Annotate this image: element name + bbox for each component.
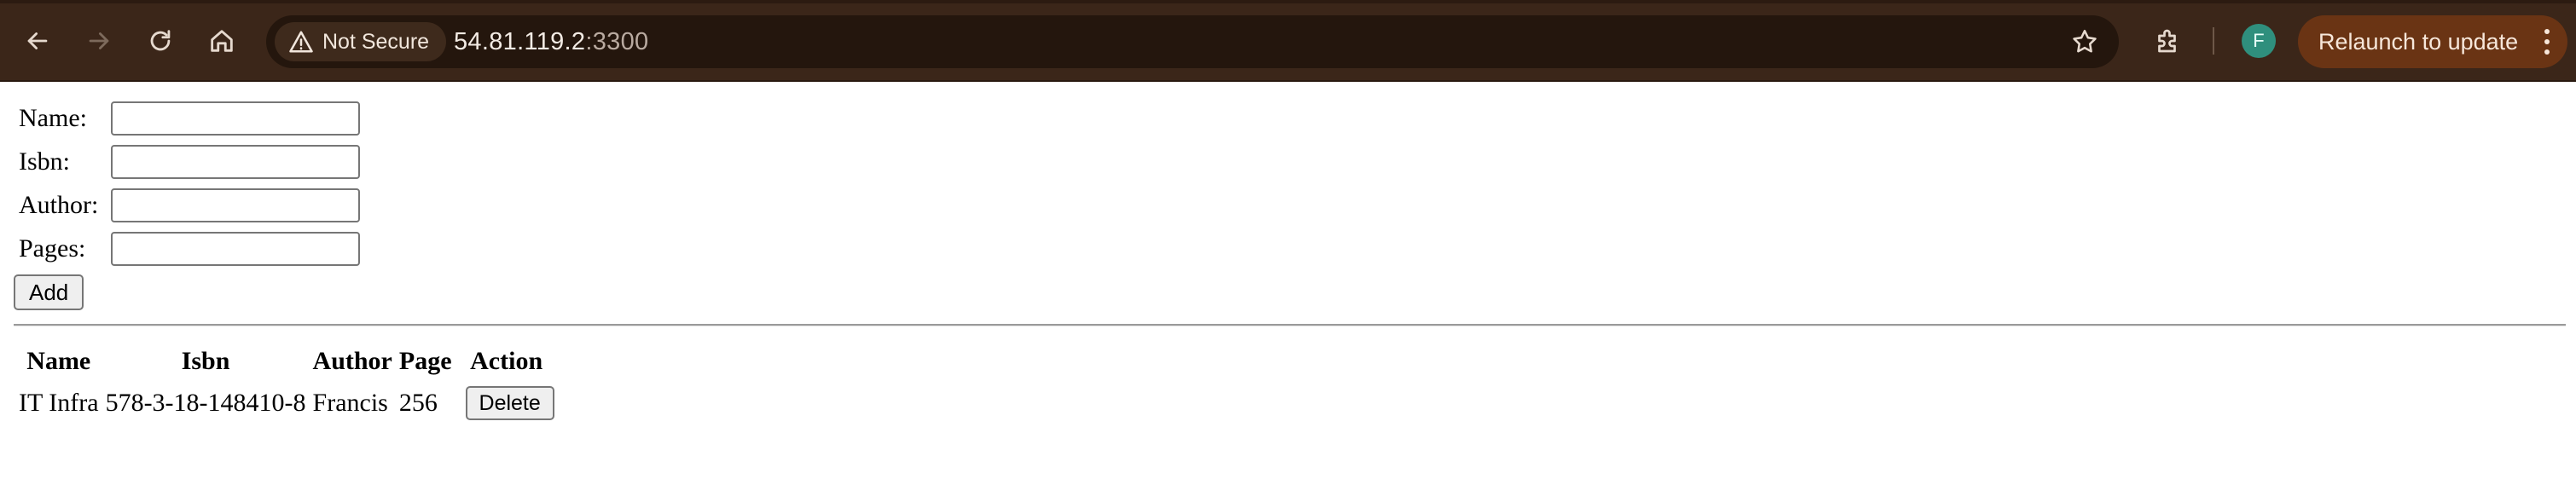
- home-icon: [211, 30, 233, 52]
- page-content: Name: Isbn: Author: Pages: Add Name Isbn…: [0, 82, 2576, 479]
- profile-initial: F: [2253, 30, 2265, 51]
- pages-label: Pages:: [19, 234, 86, 263]
- url-text[interactable]: 54.81.119.2:3300: [454, 15, 648, 68]
- cell-author: Francis: [312, 389, 388, 417]
- address-bar[interactable]: Not Secure 54.81.119.2:3300: [266, 15, 2119, 68]
- security-label: Not Secure: [322, 29, 430, 54]
- warning-triangle-icon: [289, 31, 313, 53]
- books-table: Name Isbn Author Page Action IT Infra 57…: [14, 339, 560, 426]
- name-input[interactable]: [111, 101, 360, 136]
- cell-isbn: 578-3-18-148410-8: [105, 389, 306, 417]
- author-input[interactable]: [111, 188, 360, 222]
- security-indicator[interactable]: Not Secure: [275, 22, 447, 61]
- isbn-input[interactable]: [111, 145, 360, 179]
- author-row: Author:: [19, 186, 360, 225]
- url-host: 54.81.119.2: [454, 28, 586, 55]
- pages-input[interactable]: [111, 232, 360, 266]
- more-menu-icon[interactable]: [2544, 29, 2550, 55]
- header-author: Author: [312, 347, 392, 375]
- isbn-label: Isbn:: [19, 147, 70, 176]
- relaunch-label: Relaunch to update: [2318, 28, 2519, 55]
- cell-name: IT Infra: [19, 389, 99, 417]
- reload-button[interactable]: [136, 17, 184, 65]
- forward-button[interactable]: [75, 17, 123, 65]
- home-button[interactable]: [198, 17, 246, 65]
- toolbar-divider: [2213, 27, 2214, 55]
- author-label: Author:: [19, 191, 99, 219]
- header-name: Name: [26, 347, 91, 375]
- delete-button[interactable]: Delete: [465, 386, 554, 420]
- horizontal-rule: [14, 324, 2566, 326]
- relaunch-button[interactable]: Relaunch to update: [2298, 15, 2567, 68]
- header-action: Action: [470, 347, 543, 375]
- url-port: :3300: [585, 28, 649, 55]
- table-header-row: Name Isbn Author Page Action: [17, 343, 556, 380]
- header-isbn: Isbn: [181, 347, 230, 375]
- reload-icon: [150, 30, 171, 51]
- back-button[interactable]: [14, 17, 61, 65]
- profile-avatar[interactable]: F: [2242, 24, 2276, 58]
- add-button[interactable]: Add: [14, 274, 84, 310]
- isbn-row: Isbn:: [19, 142, 360, 182]
- tab-strip-edge: [0, 0, 2576, 3]
- arrow-right-icon: [89, 32, 109, 49]
- puzzle-icon: [2158, 29, 2176, 53]
- cell-pages: 256: [398, 389, 438, 417]
- header-page: Page: [398, 347, 452, 375]
- name-row: Name:: [19, 99, 360, 138]
- cell-action: Delete: [457, 384, 556, 423]
- star-icon: [2073, 29, 2097, 53]
- table-row: IT Infra 578-3-18-148410-8 Francis 256 D…: [17, 384, 556, 423]
- bookmark-button[interactable]: [2068, 25, 2102, 59]
- arrow-left-icon: [27, 32, 48, 49]
- browser-toolbar: Not Secure 54.81.119.2:3300 F Relaunch t…: [0, 0, 2576, 82]
- pages-row: Pages:: [19, 229, 360, 268]
- extensions-button[interactable]: [2146, 19, 2190, 63]
- name-label: Name:: [19, 104, 87, 132]
